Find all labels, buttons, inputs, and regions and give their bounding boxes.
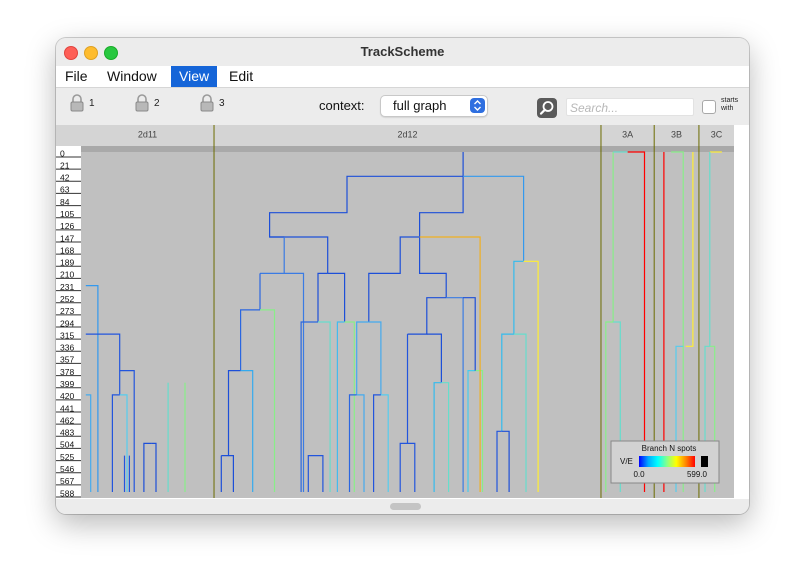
time-tick-label: 126 <box>60 221 74 231</box>
time-tick-label: 252 <box>60 294 74 304</box>
time-tick-label: 462 <box>60 415 74 425</box>
trackscheme-window: TrackScheme File Window View Edit 1 2 3 … <box>56 38 749 514</box>
lock-icon <box>200 94 214 112</box>
lock-icon <box>135 94 149 112</box>
updown-chevron-icon <box>470 98 485 113</box>
window-title: TrackScheme <box>360 44 445 59</box>
time-tick-label: 294 <box>60 318 74 328</box>
time-tick-label: 546 <box>60 464 74 474</box>
time-tick-label: 588 <box>60 488 74 498</box>
lock-icon <box>70 94 84 112</box>
time-tick-label: 483 <box>60 428 74 438</box>
toolbar: 1 2 3 context: full graph Search... star… <box>56 88 749 124</box>
time-tick-label: 0 <box>60 148 65 158</box>
time-tick-label: 399 <box>60 379 74 389</box>
time-tick-label: 357 <box>60 355 74 365</box>
time-tick-label: 210 <box>60 270 74 280</box>
legend-colorbar <box>639 456 695 467</box>
column-header-3C: 3C <box>711 129 723 139</box>
legend-max-label: 599.0 <box>687 470 708 479</box>
menu-window[interactable]: Window <box>99 66 165 87</box>
lock-3-label: 3 <box>219 98 225 109</box>
column-header-2d11: 2d11 <box>138 129 157 139</box>
time-tick-label: 504 <box>60 440 74 450</box>
magnifier-icon <box>539 101 554 115</box>
time-tick-label: 168 <box>60 245 74 255</box>
starts-with-label-line2: with <box>721 105 734 112</box>
lock-2-label: 2 <box>154 98 160 109</box>
time-tick-label: 273 <box>60 306 74 316</box>
trackscheme-canvas[interactable]: 2d11 2d12 3A 3B 3C 0 21 42 63 84 105 126 147 168 189 21… <box>56 125 749 499</box>
starts-with-label-line1: starts <box>721 97 739 104</box>
legend-axis-label: V/E <box>620 457 633 466</box>
search-input[interactable] <box>570 101 690 115</box>
time-tick-label: 147 <box>60 233 74 243</box>
column-header-2d12: 2d12 <box>397 129 417 139</box>
time-tick-label: 567 <box>60 476 74 486</box>
starts-with-checkbox[interactable] <box>702 100 716 114</box>
time-tick-label: 63 <box>60 185 70 195</box>
header-shadow <box>81 146 734 152</box>
context-label: context: <box>319 98 365 113</box>
legend-nodata-swatch <box>701 456 708 467</box>
search-field[interactable] <box>566 98 694 116</box>
time-tick-label: 441 <box>60 403 74 413</box>
time-tick-label: 21 <box>60 160 70 170</box>
time-tick-label: 84 <box>60 197 70 207</box>
menu-edit[interactable]: Edit <box>221 66 261 87</box>
time-tick-label: 189 <box>60 258 74 268</box>
time-tick-label: 378 <box>60 367 74 377</box>
time-tick-label: 525 <box>60 452 74 462</box>
lock-1-label: 1 <box>89 98 95 109</box>
column-header-3A: 3A <box>622 129 633 139</box>
time-tick-label: 336 <box>60 343 74 353</box>
context-select[interactable]: full graph <box>380 95 488 117</box>
menu-bar: File Window View Edit <box>56 66 749 88</box>
lineage-tree[interactable]: 2d11 2d12 3A 3B 3C 0 21 42 63 84 105 126 147 168 189 21… <box>56 125 749 499</box>
legend-title: Branch N spots <box>642 444 697 453</box>
time-tick-label: 42 <box>60 173 70 183</box>
search-button[interactable] <box>537 98 557 118</box>
title-bar: TrackScheme <box>56 38 749 66</box>
time-tick-label: 420 <box>60 391 74 401</box>
menu-file[interactable]: File <box>57 66 96 87</box>
menu-view[interactable]: View <box>171 66 218 87</box>
context-select-value: full graph <box>393 98 447 113</box>
starts-with-label: starts with <box>721 97 738 113</box>
legend-min-label: 0.0 <box>633 470 645 479</box>
horizontal-scrollbar[interactable] <box>56 499 749 514</box>
column-header-3B: 3B <box>671 129 682 139</box>
time-tick-label: 105 <box>60 209 74 219</box>
scrollbar-thumb[interactable] <box>390 503 421 510</box>
time-tick-label: 315 <box>60 330 74 340</box>
time-tick-label: 231 <box>60 282 74 292</box>
